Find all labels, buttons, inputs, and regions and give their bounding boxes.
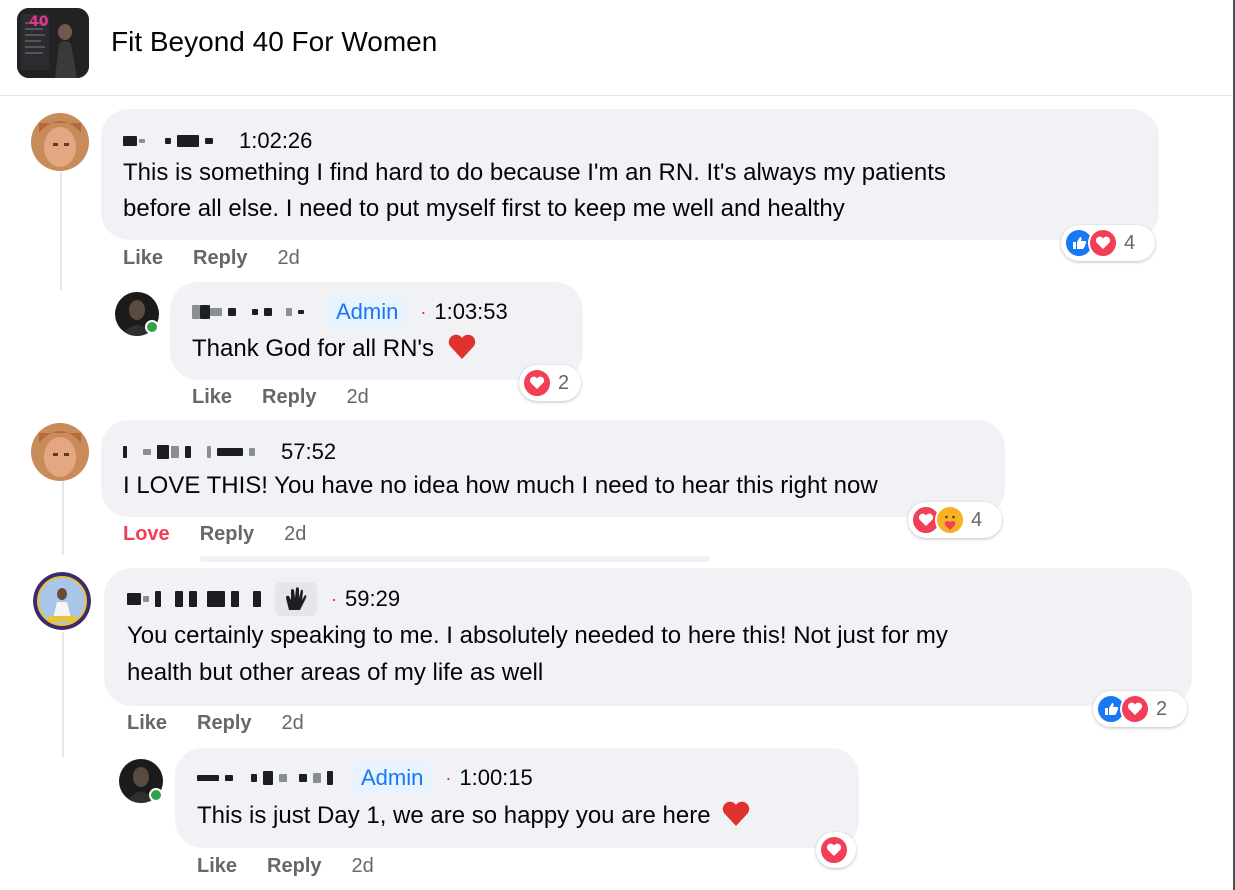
- comment-timestamp[interactable]: 1:02:26: [239, 128, 312, 154]
- comment-age[interactable]: 2d: [284, 523, 306, 546]
- reply-actions: Like Reply 2d: [197, 855, 374, 878]
- commenter-avatar[interactable]: [31, 423, 89, 481]
- comment-meta: · 59:29: [127, 582, 400, 616]
- reply-meta: Admin · 1:03:53: [192, 294, 508, 330]
- admin-badge: Admin: [353, 762, 432, 794]
- reply-timestamp[interactable]: 1:03:53: [434, 299, 507, 325]
- group-title[interactable]: Fit Beyond 40 For Women: [111, 26, 437, 58]
- comment-meta: 57:52: [123, 438, 336, 466]
- comment-actions: Love Reply 2d: [123, 523, 306, 546]
- redacted-author-name[interactable]: [192, 305, 304, 319]
- comment-text: health but other areas of my life as wel…: [127, 659, 544, 686]
- reaction-summary[interactable]: 2: [1093, 691, 1187, 727]
- comment-age[interactable]: 2d: [282, 712, 304, 735]
- love-reacted-button[interactable]: Love: [123, 523, 170, 546]
- comment-actions: Like Reply 2d: [127, 712, 304, 735]
- reply-timestamp[interactable]: 1:00:15: [459, 765, 532, 791]
- red-heart-emoji-icon: [448, 334, 475, 359]
- reply-text: This is just Day 1, we are so happy you …: [197, 798, 751, 834]
- love-icon: [1120, 694, 1150, 724]
- care-icon: [935, 505, 965, 535]
- svg-text:40: 40: [29, 14, 49, 30]
- comment-actions: Like Reply 2d: [123, 247, 300, 270]
- reaction-count: 4: [971, 508, 983, 531]
- comment-age[interactable]: 2d: [278, 247, 300, 270]
- reply-meta: Admin · 1:00:15: [197, 760, 533, 796]
- separator-dot: ·: [420, 301, 427, 322]
- comment-timestamp[interactable]: 57:52: [281, 439, 336, 465]
- reaction-summary[interactable]: 4: [1061, 225, 1155, 261]
- comment-text: You certainly speaking to me. I absolute…: [127, 622, 948, 649]
- separator-dot: ·: [445, 767, 452, 788]
- reply-age[interactable]: 2d: [347, 386, 369, 409]
- top-fan-badge-icon[interactable]: [275, 582, 317, 616]
- love-icon: [522, 368, 552, 398]
- reply-button[interactable]: Reply: [262, 386, 316, 409]
- comment-text: before all else. I need to put myself fi…: [123, 195, 845, 222]
- reaction-summary[interactable]: 2: [519, 365, 581, 401]
- admin-badge: Admin: [328, 296, 407, 328]
- reply-button[interactable]: Reply: [200, 523, 254, 546]
- thread-line: [62, 632, 64, 757]
- reaction-count: 2: [558, 371, 570, 394]
- comment-text: This is something I find hard to do beca…: [123, 159, 946, 186]
- commenter-avatar[interactable]: [33, 572, 91, 630]
- reaction-summary[interactable]: 4: [908, 502, 1002, 538]
- redacted-author-name[interactable]: [197, 771, 333, 785]
- reply-actions: Like Reply 2d: [192, 386, 369, 409]
- comment-text: I LOVE THIS! You have no idea how much I…: [123, 472, 878, 499]
- reply-button[interactable]: Reply: [197, 712, 251, 735]
- comment-meta: 1:02:26: [123, 127, 312, 155]
- thread-line: [62, 470, 64, 555]
- love-icon: [819, 835, 849, 865]
- reaction-count: 4: [1124, 231, 1136, 254]
- comment-timestamp[interactable]: 59:29: [345, 586, 400, 612]
- group-header: 40 Fit Beyond 40 For Women: [0, 0, 1233, 96]
- reply-age[interactable]: 2d: [352, 855, 374, 878]
- redacted-author-name[interactable]: [123, 135, 213, 147]
- reply-button[interactable]: Reply: [193, 247, 247, 270]
- online-status-icon: [145, 320, 159, 334]
- reaction-summary[interactable]: [816, 832, 856, 868]
- reply-button[interactable]: Reply: [267, 855, 321, 878]
- like-button[interactable]: Like: [123, 247, 163, 270]
- commenter-avatar[interactable]: [31, 113, 89, 171]
- online-status-icon: [149, 788, 163, 802]
- reaction-count: 2: [1156, 697, 1168, 720]
- redacted-author-name[interactable]: [127, 591, 261, 607]
- group-cover-image: 40: [17, 8, 89, 78]
- red-heart-emoji-icon: [723, 801, 750, 826]
- redacted-author-name[interactable]: [123, 445, 255, 459]
- separator-dot: ·: [331, 588, 337, 609]
- reply-text: Thank God for all RN's: [192, 331, 477, 367]
- like-button[interactable]: Like: [197, 855, 237, 878]
- group-avatar[interactable]: 40: [17, 8, 89, 78]
- like-button[interactable]: Like: [127, 712, 167, 735]
- collapsed-reply-preview: [200, 556, 710, 562]
- love-icon: [1088, 228, 1118, 258]
- like-button[interactable]: Like: [192, 386, 232, 409]
- thread-line: [60, 172, 62, 290]
